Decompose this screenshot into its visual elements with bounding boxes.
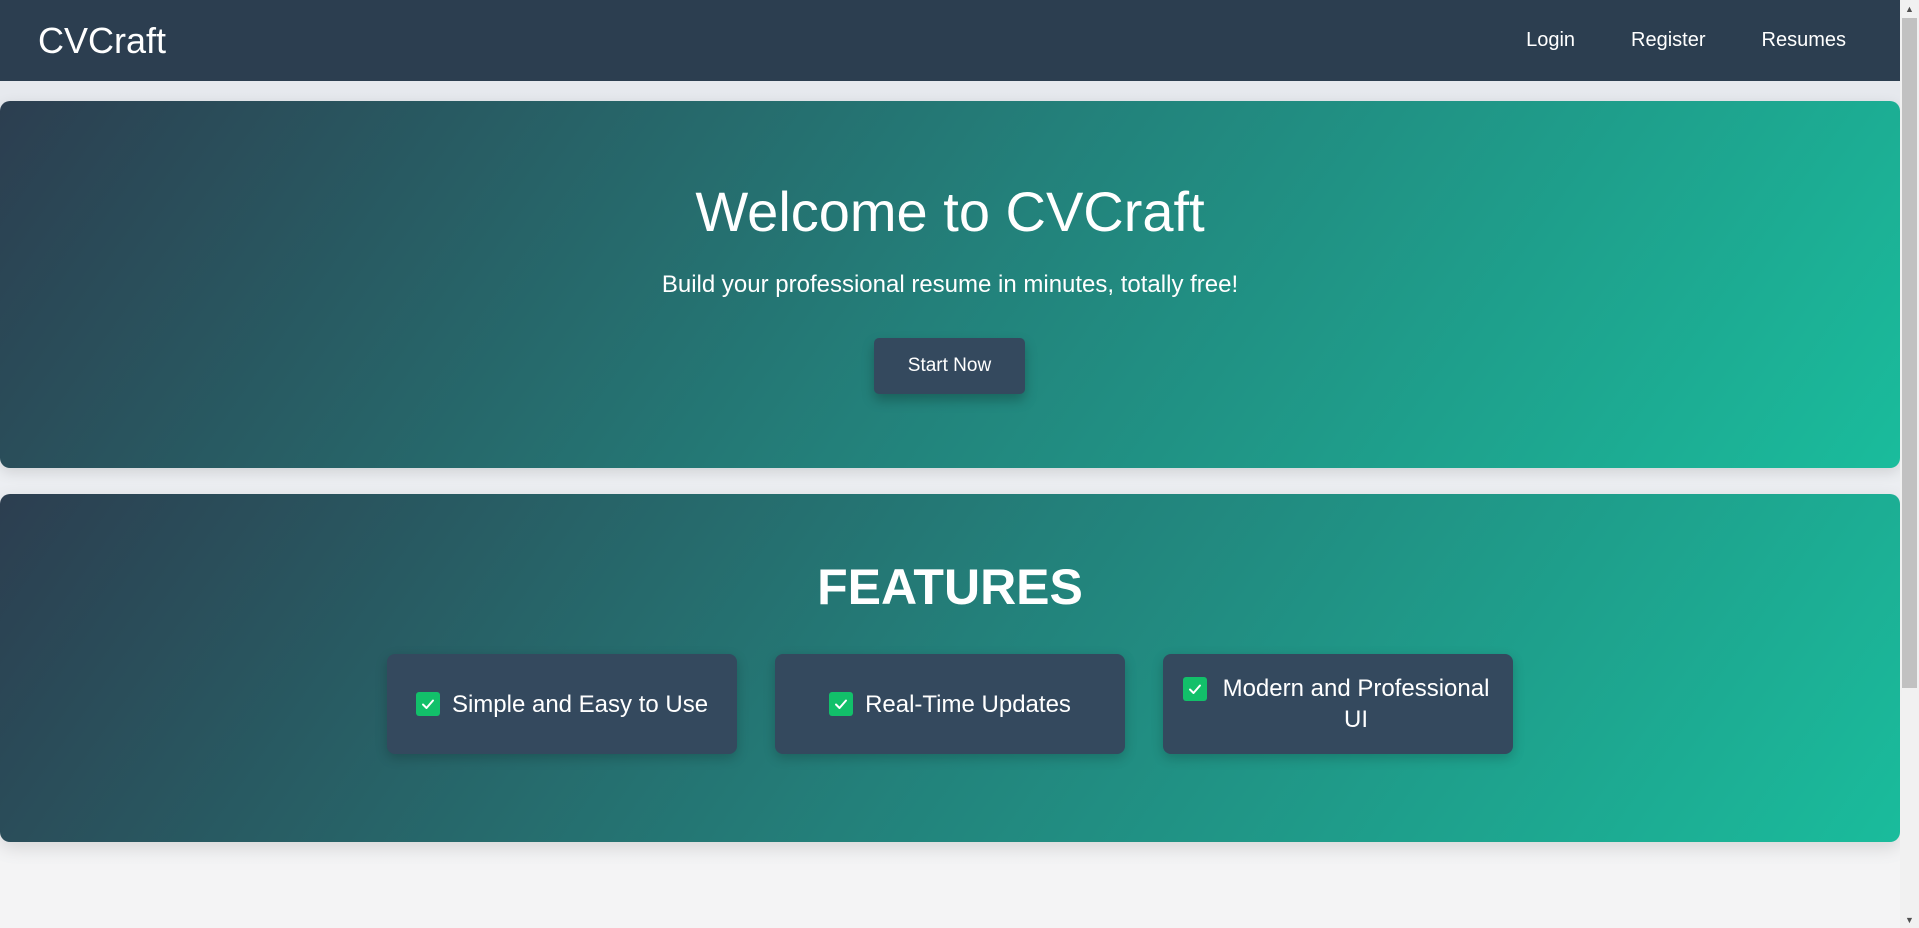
start-now-button[interactable]: Start Now [874, 338, 1025, 394]
feature-label: Real-Time Updates [865, 690, 1071, 718]
page-scrollbar[interactable]: ▲ ▼ [1900, 0, 1919, 928]
scroll-down-arrow-icon[interactable]: ▼ [1900, 911, 1919, 928]
page: CVCraft Login Register Resumes Welcome t… [0, 0, 1900, 928]
nav-links: Login Register Resumes [1498, 21, 1862, 60]
hero-title: Welcome to CVCraft [695, 180, 1205, 243]
features-section: FEATURES Simple and Easy to Use Real-Tim… [0, 494, 1900, 842]
feature-card: Real-Time Updates [775, 654, 1125, 754]
navbar: CVCraft Login Register Resumes [0, 0, 1900, 81]
hero-subtitle: Build your professional resume in minute… [661, 271, 1239, 298]
check-box-icon [1183, 677, 1207, 701]
feature-label: Modern and Professional UI [1222, 675, 1490, 733]
hero-section: Welcome to CVCraft Build your profession… [0, 101, 1900, 468]
nav-resumes-link[interactable]: Resumes [1734, 21, 1862, 60]
feature-card: Simple and Easy to Use [387, 654, 737, 754]
feature-label: Simple and Easy to Use [451, 690, 709, 718]
nav-login-link[interactable]: Login [1498, 21, 1603, 60]
feature-card: Modern and Professional UI [1163, 654, 1513, 754]
brand-logo[interactable]: CVCraft [38, 20, 166, 62]
check-box-icon [415, 692, 440, 716]
nav-register-link[interactable]: Register [1603, 21, 1733, 60]
check-box-icon [829, 692, 854, 716]
scroll-up-arrow-icon[interactable]: ▲ [1900, 0, 1919, 17]
features-title: FEATURES [817, 559, 1083, 615]
scrollbar-thumb[interactable] [1902, 18, 1917, 688]
